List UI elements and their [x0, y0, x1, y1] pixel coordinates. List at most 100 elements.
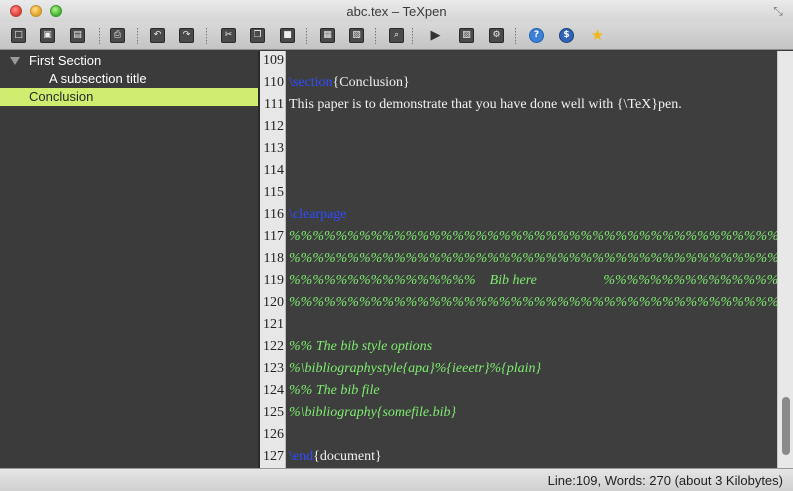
- line-code: \section{Conclusion}: [289, 75, 410, 91]
- undo-icon[interactable]: ↶: [150, 28, 165, 43]
- toolbar-separator: [412, 28, 413, 44]
- editor-line[interactable]: 122 %% The bib style options: [260, 337, 777, 359]
- editor-line[interactable]: 125 %\bibliography{somefile.bib}: [260, 403, 777, 425]
- editor-line[interactable]: 117%%%%%%%%%%%%%%%%%%%%%%%%%%%%%%%%%%%%%…: [260, 227, 777, 249]
- editor-line[interactable]: 114: [260, 161, 777, 183]
- editor-line[interactable]: 109: [260, 51, 777, 73]
- line-number: 125: [263, 405, 284, 420]
- outline-item-label: Conclusion: [29, 89, 94, 104]
- line-number: 109: [263, 53, 284, 68]
- line-number: 124: [263, 383, 284, 398]
- open-file-icon[interactable]: ▣: [40, 28, 55, 43]
- typeset-icon[interactable]: ▨: [459, 28, 474, 43]
- latex-comment: %%%%%%%%%%%%%%%%%%%%%%%%%%%%%%%%%%%%%%%%…: [289, 229, 777, 244]
- status-bar: Line:109, Words: 270 (about 3 Kilobytes): [0, 468, 793, 491]
- outline-item[interactable]: First Section: [0, 52, 258, 70]
- toolbar-separator: [206, 28, 207, 44]
- line-number: 112: [263, 119, 284, 134]
- toolbar-separator: [99, 28, 100, 44]
- line-number: 118: [263, 251, 284, 266]
- latex-command: \section: [289, 75, 333, 90]
- scrollbar-thumb[interactable]: [782, 397, 790, 455]
- outline-item-label: A subsection title: [49, 71, 147, 86]
- vertical-scrollbar[interactable]: [777, 51, 793, 468]
- editor-line[interactable]: 110 \section{Conclusion}: [260, 73, 777, 95]
- toolbar-separator: [137, 28, 138, 44]
- editor-line[interactable]: 127 \end{document}: [260, 447, 777, 468]
- line-code: %%%%%%%%%%%%%%%%%%%%%%%%%%%%%%%%%%%%%%%%…: [289, 251, 777, 267]
- line-number: 115: [263, 185, 284, 200]
- latex-comment: %\bibliographystyle{apa}%{ieeetr}%{plain…: [289, 361, 542, 376]
- editor-line[interactable]: 118%%%%%%%%%%%%%%%%%%%%%%%%%%%%%%%%%%%%%…: [260, 249, 777, 271]
- fullscreen-icon[interactable]: ⤡: [771, 4, 785, 18]
- line-number: 110: [263, 75, 284, 90]
- editor-line[interactable]: 112: [260, 117, 777, 139]
- line-number: 114: [263, 163, 284, 178]
- line-number: 120: [263, 295, 284, 310]
- editor-line[interactable]: 111 This paper is to demonstrate that you…: [260, 95, 777, 117]
- line-number: 111: [264, 97, 284, 112]
- line-code: %%%%%%%%%%%%%%%% Bib here %%%%%%%%%%%%%%…: [289, 273, 777, 289]
- line-code: %% The bib style options: [289, 339, 432, 355]
- editor-line[interactable]: 126: [260, 425, 777, 447]
- line-number: 117: [263, 229, 284, 244]
- search-icon[interactable]: ⌕: [389, 28, 404, 43]
- editor-line[interactable]: 113: [260, 139, 777, 161]
- editor-line[interactable]: 123 %\bibliographystyle{apa}%{ieeetr}%{pl…: [260, 359, 777, 381]
- line-number: 126: [263, 427, 284, 442]
- cut-icon[interactable]: ✂: [221, 28, 236, 43]
- line-code: This paper is to demonstrate that you ha…: [289, 97, 682, 113]
- editor-line[interactable]: 116 \clearpage: [260, 205, 777, 227]
- latex-comment: %\bibliography{somefile.bib}: [289, 405, 457, 420]
- line-number: 121: [263, 317, 284, 332]
- disclosure-triangle-icon[interactable]: [10, 57, 20, 65]
- editor-line[interactable]: 121: [260, 315, 777, 337]
- latex-comment: %% The bib file: [289, 383, 380, 398]
- line-code: %%%%%%%%%%%%%%%%%%%%%%%%%%%%%%%%%%%%%%%%…: [289, 229, 777, 245]
- paste-icon[interactable]: ■: [280, 28, 295, 43]
- line-code: %\bibliographystyle{apa}%{ieeetr}%{plain…: [289, 361, 541, 377]
- code-text: {Conclusion}: [332, 75, 410, 90]
- save-file-icon[interactable]: ▤: [70, 28, 85, 43]
- toolbar-separator: [515, 28, 516, 44]
- editor-line[interactable]: 119 %%%%%%%%%%%%%%%% Bib here %%%%%%%%%%%…: [260, 271, 777, 293]
- toolbar-separator: [306, 28, 307, 44]
- print-icon[interactable]: ⎙: [110, 28, 125, 43]
- code-text: This paper is to demonstrate that you ha…: [289, 97, 682, 112]
- latex-comment: %%%%%%%%%%%%%%%%%%%%%%%%%%%%%%%%%%%%%%%%…: [289, 295, 777, 310]
- outline-item[interactable]: A subsection title: [0, 70, 258, 88]
- window-title: abc.tex – TeXpen: [346, 4, 447, 19]
- settings-icon[interactable]: ⚙: [489, 28, 504, 43]
- help-icon[interactable]: ?: [529, 28, 544, 43]
- toolbar: □ ▣ ▤ ⎙ ↶ ↷ ✂ ❐ ■ ▦ ▧ ⌕ ▶ ▨ ⚙? $ ★: [0, 22, 793, 50]
- status-text: Line:109, Words: 270 (about 3 Kilobytes): [547, 473, 783, 488]
- text-editor[interactable]: 109 110 \section{Conclusion} 111 This paper …: [260, 51, 777, 468]
- line-code: \clearpage: [289, 207, 347, 223]
- code-text: {document}: [313, 449, 382, 464]
- table-icon[interactable]: ▦: [320, 28, 335, 43]
- line-number: 116: [263, 207, 284, 222]
- line-number: 122: [263, 339, 284, 354]
- title-bar: abc.tex – TeXpen ⤡: [0, 0, 793, 22]
- editor-line[interactable]: 124 %% The bib file: [260, 381, 777, 403]
- line-code: \end{document}: [289, 449, 382, 465]
- image-icon[interactable]: ▧: [349, 28, 364, 43]
- latex-comment: %% The bib style options: [289, 339, 433, 354]
- play-icon[interactable]: ▶: [428, 28, 443, 43]
- toolbar-separator: [375, 28, 376, 44]
- line-code: %% The bib file: [289, 383, 380, 399]
- line-number: 113: [263, 141, 284, 156]
- editor-line[interactable]: 120%%%%%%%%%%%%%%%%%%%%%%%%%%%%%%%%%%%%%…: [260, 293, 777, 315]
- redo-icon[interactable]: ↷: [179, 28, 194, 43]
- star-icon[interactable]: ★: [590, 28, 605, 43]
- donate-icon[interactable]: $: [559, 28, 574, 43]
- latex-command: \clearpage: [289, 207, 347, 222]
- texpen-window: abc.tex – TeXpen ⤡ □ ▣ ▤ ⎙ ↶ ↷ ✂ ❐ ■ ▦ ▧ ⌕ ▶ ▨ ⚙? $ ★ Fi…: [0, 0, 793, 491]
- latex-command: \end: [289, 449, 314, 464]
- new-file-icon[interactable]: □: [11, 28, 26, 43]
- copy-icon[interactable]: ❐: [250, 28, 265, 43]
- editor-line[interactable]: 115: [260, 183, 777, 205]
- outline-item[interactable]: Conclusion: [0, 88, 258, 106]
- latex-comment: %%%%%%%%%%%%%%%% Bib here %%%%%%%%%%%%%%…: [289, 273, 777, 288]
- line-code: %%%%%%%%%%%%%%%%%%%%%%%%%%%%%%%%%%%%%%%%…: [289, 295, 777, 311]
